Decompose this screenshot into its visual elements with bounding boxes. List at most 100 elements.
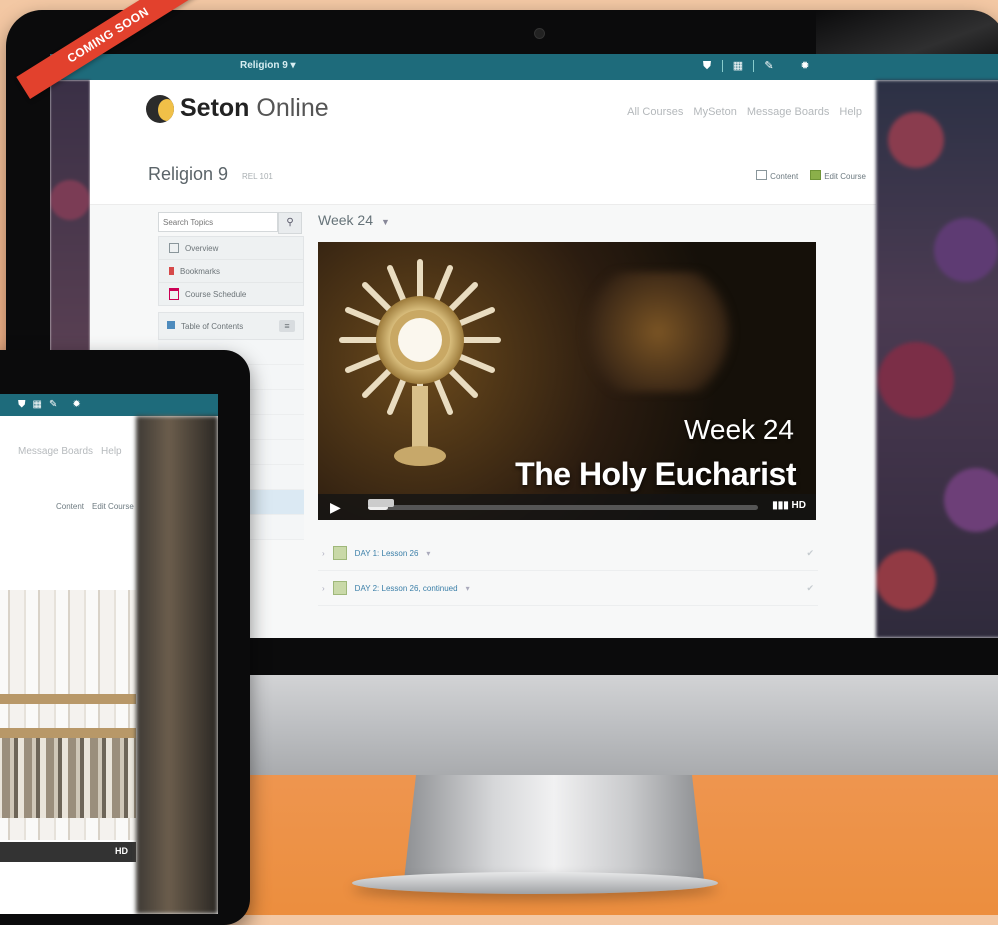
content-label: Content (770, 172, 799, 181)
search-input[interactable] (158, 212, 278, 232)
sidebar-item-course-schedule[interactable]: Course Schedule (159, 283, 303, 305)
content-icon (756, 170, 768, 180)
lesson-icon (332, 581, 347, 595)
logo-mark-icon (146, 94, 174, 123)
grid-icon[interactable]: ▦ (731, 59, 745, 73)
volume-icon[interactable]: ▮▮▮ (772, 500, 791, 511)
nav-message-boards[interactable]: Message Boards (18, 446, 93, 457)
divider (722, 60, 723, 72)
toc-icon (167, 321, 175, 329)
main-content: Week 24 ▼ Week 24 The Holy Eucharist ▶ ▮… (318, 212, 818, 606)
course-code: REL 101 (242, 172, 273, 181)
toc-label-text: Table of Contents (181, 322, 244, 331)
grid-icon[interactable]: ▦ (33, 398, 42, 412)
chevron-down-icon[interactable]: ▾ (466, 584, 470, 593)
play-icon[interactable]: ▶ (330, 498, 354, 516)
stained-glass-background-right (876, 80, 998, 638)
top-bar-icons: ⛊ ▦ ✎ ✹ (700, 59, 812, 73)
video-controls: ▶ ▮▮▮ HD (318, 494, 816, 520)
sidebar-item-label: Bookmarks (180, 266, 221, 276)
lesson-title: DAY 1: Lesson 26 (354, 548, 419, 558)
edit-icon (810, 170, 822, 180)
edit-course-label: Edit Course (824, 172, 866, 181)
shelf (0, 728, 136, 738)
toc-label: Table of Contents (167, 321, 243, 331)
edit-course-button[interactable]: Edit Course (810, 170, 866, 181)
chat-icon[interactable]: ✎ (762, 59, 776, 73)
course-actions: Content Edit Course (756, 170, 866, 181)
sidebar-item-label: Overview (185, 243, 219, 253)
monitor-stand-base (352, 872, 718, 894)
brand-bold: Seton (180, 94, 250, 122)
brand-light: Online (249, 94, 329, 122)
logo-text: Seton Online (180, 94, 329, 123)
lesson-item[interactable]: › DAY 2: Lesson 26, continued ▾ ✔ (318, 571, 818, 606)
video-player[interactable]: Week 24 The Holy Eucharist ▶ ▮▮▮ HD (318, 242, 816, 520)
video-title: The Holy Eucharist (515, 456, 796, 492)
bookshelf-video-image[interactable] (0, 590, 136, 840)
tablet-nav: Message Boards Help (18, 446, 122, 457)
expand-icon[interactable]: › (322, 584, 325, 593)
tablet-course-actions: Content Edit Course (56, 502, 134, 511)
week-heading[interactable]: Week 24 ▼ (318, 212, 818, 236)
bookmark-icon (169, 267, 174, 275)
gear-icon[interactable]: ✹ (798, 59, 812, 73)
lesson-title: DAY 2: Lesson 26, continued (354, 583, 458, 593)
nav-message-boards[interactable]: Message Boards (747, 106, 830, 118)
week-heading-label: Week 24 (318, 212, 373, 228)
check-icon[interactable]: ✔ (806, 548, 814, 559)
video-background-glow (568, 272, 748, 392)
lesson-item[interactable]: › DAY 1: Lesson 26 ▾ ✔ (318, 536, 818, 571)
content-button[interactable]: Content (756, 170, 798, 181)
search-icon[interactable]: ⚲ (278, 212, 302, 234)
tablet-background (136, 416, 218, 914)
sidebar-item-label: Course Schedule (185, 289, 247, 299)
hd-toggle[interactable]: ▮▮▮ HD (772, 500, 806, 511)
chat-icon[interactable]: ✎ (49, 398, 57, 412)
course-select[interactable]: Religion 9 ▾ (240, 60, 296, 71)
main-nav: All Courses MySeton Message Boards Help (627, 106, 862, 118)
course-title-row: Religion 9 REL 101 Content Edit Course (90, 146, 876, 205)
lesson-icon (332, 546, 347, 560)
sidebar-item-overview[interactable]: Overview (159, 237, 303, 260)
video-week-label: Week 24 (684, 414, 794, 445)
tablet-top-bar: ⛊ ▦ ✎ ✹ (0, 394, 218, 416)
hd-label: HD (791, 500, 806, 511)
tablet-device: ⛊ ▦ ✎ ✹ Message Boards Help Content Edit… (0, 350, 250, 925)
logo[interactable]: Seton Online (146, 94, 329, 123)
books (0, 738, 136, 818)
progress-handle[interactable] (368, 499, 394, 507)
sidebar-menu: Overview Bookmarks Course Schedule (158, 236, 304, 306)
hd-label[interactable]: HD (115, 846, 128, 856)
check-icon[interactable]: ✔ (806, 583, 814, 594)
tablet-video-controls: HD (0, 842, 136, 862)
stained-glass-background-left (50, 80, 90, 380)
nav-myseton[interactable]: MySeton (693, 106, 736, 118)
list-icon (169, 243, 179, 253)
video-progress-bar[interactable] (368, 499, 758, 510)
tablet-top-bar-icons: ⛊ ▦ ✎ ✹ (18, 398, 81, 412)
chevron-down-icon[interactable]: ▾ (426, 549, 430, 558)
shield-icon[interactable]: ⛊ (700, 59, 714, 73)
chevron-down-icon: ▼ (381, 217, 390, 227)
content-button[interactable]: Content (56, 502, 84, 511)
edit-course-button[interactable]: Edit Course (92, 502, 134, 511)
shield-icon[interactable]: ⛊ (18, 398, 26, 412)
nav-help[interactable]: Help (839, 106, 862, 118)
top-bar: Religion 9 ▾ ⛊ ▦ ✎ ✹ (50, 54, 998, 80)
shelf (0, 694, 136, 704)
gear-icon[interactable]: ✹ (72, 398, 80, 412)
table-of-contents-header[interactable]: Table of Contents ≡ (158, 312, 304, 340)
monitor-stand (404, 775, 704, 880)
nav-all-courses[interactable]: All Courses (627, 106, 683, 118)
calendar-icon (169, 288, 179, 300)
monstrance-image (339, 259, 501, 466)
lesson-list: › DAY 1: Lesson 26 ▾ ✔ › DAY 2: Lesson 2… (318, 536, 818, 606)
divider (753, 60, 754, 72)
toc-toggle-button[interactable]: ≡ (279, 320, 295, 332)
nav-help[interactable]: Help (101, 446, 122, 457)
expand-icon[interactable]: › (322, 549, 325, 558)
camera (534, 28, 545, 39)
sidebar-item-bookmarks[interactable]: Bookmarks (159, 260, 303, 283)
search-box: ⚲ (158, 212, 304, 234)
